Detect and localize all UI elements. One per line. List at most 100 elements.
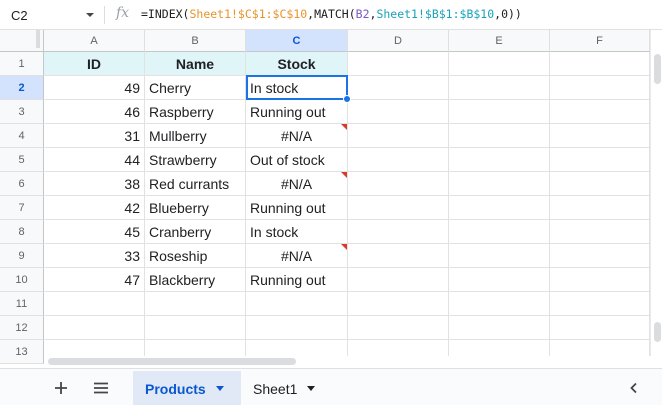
column-header-b[interactable]: B xyxy=(145,30,246,52)
cell-e12[interactable] xyxy=(449,316,550,340)
row-header-7[interactable]: 7 xyxy=(0,196,44,220)
cell-d5[interactable] xyxy=(348,148,449,172)
cell-f9[interactable] xyxy=(550,244,650,268)
cell-f6[interactable] xyxy=(550,172,650,196)
cell-b7[interactable]: Blueberry xyxy=(145,196,246,220)
cell-b11[interactable] xyxy=(145,292,246,316)
cell-e3[interactable] xyxy=(449,100,550,124)
row-header-11[interactable]: 11 xyxy=(0,292,44,316)
row-header-1[interactable]: 1 xyxy=(0,52,44,76)
cell-a6[interactable]: 38 xyxy=(44,172,145,196)
name-box[interactable]: C2 xyxy=(0,0,104,30)
cell-e5[interactable] xyxy=(449,148,550,172)
row-header-3[interactable]: 3 xyxy=(0,100,44,124)
column-header-f[interactable]: F xyxy=(550,30,650,52)
cell-a2[interactable]: 49 xyxy=(44,76,145,100)
cell-b9[interactable]: Roseship xyxy=(145,244,246,268)
cell-d7[interactable] xyxy=(348,196,449,220)
cell-a3[interactable]: 46 xyxy=(44,100,145,124)
cell-e7[interactable] xyxy=(449,196,550,220)
cell-b10[interactable]: Blackberry xyxy=(145,268,246,292)
scrollbar-thumb[interactable] xyxy=(48,358,296,365)
chevron-down-icon[interactable] xyxy=(84,9,96,21)
cell-b2[interactable]: Cherry xyxy=(145,76,246,100)
scrollbar-thumb[interactable] xyxy=(654,322,661,342)
cell-f2[interactable] xyxy=(550,76,650,100)
cell-f3[interactable] xyxy=(550,100,650,124)
cell-d10[interactable] xyxy=(348,268,449,292)
cell-a8[interactable]: 45 xyxy=(44,220,145,244)
cell-e1[interactable] xyxy=(449,52,550,76)
cell-c7[interactable]: Running out xyxy=(246,196,348,220)
vertical-scrollbar[interactable] xyxy=(650,30,662,356)
column-header-c[interactable]: C xyxy=(246,30,348,52)
error-flag-icon[interactable] xyxy=(341,172,347,178)
cell-c11[interactable] xyxy=(246,292,348,316)
cell-b6[interactable]: Red currants xyxy=(145,172,246,196)
cell-a5[interactable]: 44 xyxy=(44,148,145,172)
sheet-tab-products[interactable]: Products xyxy=(133,371,241,405)
cell-d4[interactable] xyxy=(348,124,449,148)
column-header-e[interactable]: E xyxy=(449,30,550,52)
cell-f8[interactable] xyxy=(550,220,650,244)
scrollbar-thumb[interactable] xyxy=(654,54,661,84)
cell-a7[interactable]: 42 xyxy=(44,196,145,220)
cell-a10[interactable]: 47 xyxy=(44,268,145,292)
cell-c1[interactable]: Stock xyxy=(246,52,348,76)
horizontal-scrollbar[interactable] xyxy=(44,356,650,368)
cell-c9[interactable]: #N/A xyxy=(246,244,348,268)
cell-d12[interactable] xyxy=(348,316,449,340)
cell-c2[interactable]: In stock xyxy=(246,76,348,100)
fill-handle[interactable] xyxy=(343,95,351,103)
cell-c10[interactable]: Running out xyxy=(246,268,348,292)
column-header-d[interactable]: D xyxy=(348,30,449,52)
cell-b5[interactable]: Strawberry xyxy=(145,148,246,172)
cell-c4[interactable]: #N/A xyxy=(246,124,348,148)
cell-c5[interactable]: Out of stock xyxy=(246,148,348,172)
cell-f7[interactable] xyxy=(550,196,650,220)
row-header-8[interactable]: 8 xyxy=(0,220,44,244)
cell-e4[interactable] xyxy=(449,124,550,148)
cell-e8[interactable] xyxy=(449,220,550,244)
cell-b4[interactable]: Mullberry xyxy=(145,124,246,148)
cell-a11[interactable] xyxy=(44,292,145,316)
row-header-13[interactable]: 13 xyxy=(0,340,44,364)
cell-c6[interactable]: #N/A xyxy=(246,172,348,196)
formula-input[interactable]: =INDEX(Sheet1!$C$1:$C$10,MATCH(B2,Sheet1… xyxy=(141,7,522,21)
cell-d11[interactable] xyxy=(348,292,449,316)
add-sheet-button[interactable] xyxy=(46,369,76,405)
cell-b1[interactable]: Name xyxy=(145,52,246,76)
cell-f10[interactable] xyxy=(550,268,650,292)
cell-a9[interactable]: 33 xyxy=(44,244,145,268)
cell-f1[interactable] xyxy=(550,52,650,76)
row-header-10[interactable]: 10 xyxy=(0,268,44,292)
sheet-tab-sheet1[interactable]: Sheet1 xyxy=(241,371,331,405)
cell-e9[interactable] xyxy=(449,244,550,268)
cell-d1[interactable] xyxy=(348,52,449,76)
cell-f4[interactable] xyxy=(550,124,650,148)
error-flag-icon[interactable] xyxy=(341,244,347,250)
all-sheets-button[interactable] xyxy=(86,369,116,405)
cell-c8[interactable]: In stock xyxy=(246,220,348,244)
cell-b3[interactable]: Raspberry xyxy=(145,100,246,124)
cell-e10[interactable] xyxy=(449,268,550,292)
cell-a4[interactable]: 31 xyxy=(44,124,145,148)
error-flag-icon[interactable] xyxy=(341,124,347,130)
row-header-9[interactable]: 9 xyxy=(0,244,44,268)
scroll-tabs-button[interactable] xyxy=(622,369,646,405)
cell-d6[interactable] xyxy=(348,172,449,196)
cell-a1[interactable]: ID xyxy=(44,52,145,76)
row-header-12[interactable]: 12 xyxy=(0,316,44,340)
cell-d3[interactable] xyxy=(348,100,449,124)
select-all-corner[interactable] xyxy=(0,30,44,52)
cell-e6[interactable] xyxy=(449,172,550,196)
cell-e11[interactable] xyxy=(449,292,550,316)
cell-c3[interactable]: Running out xyxy=(246,100,348,124)
cell-c12[interactable] xyxy=(246,316,348,340)
cell-d2[interactable] xyxy=(348,76,449,100)
cell-b8[interactable]: Cranberry xyxy=(145,220,246,244)
row-header-5[interactable]: 5 xyxy=(0,148,44,172)
cell-f12[interactable] xyxy=(550,316,650,340)
cell-a12[interactable] xyxy=(44,316,145,340)
row-header-4[interactable]: 4 xyxy=(0,124,44,148)
